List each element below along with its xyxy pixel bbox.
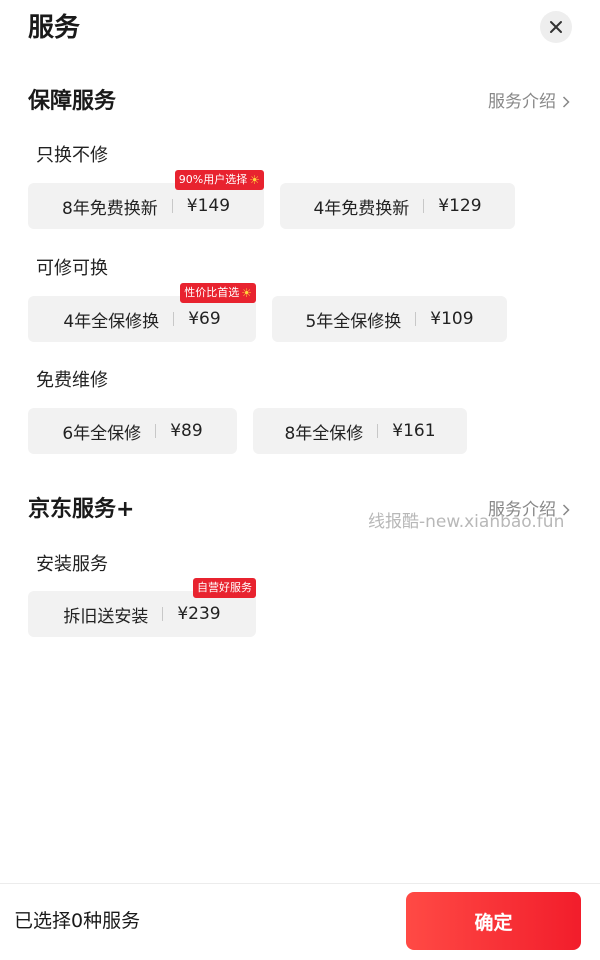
service-option-4yr-replace[interactable]: 4年免费换新 ¥129 [280, 183, 515, 229]
close-button[interactable] [540, 11, 572, 43]
page-title: 服务 [28, 13, 81, 43]
group-label-replace-only: 只换不修 [36, 145, 108, 166]
option-name: 拆旧送安装 [63, 606, 149, 627]
option-price: ¥89 [170, 421, 203, 441]
service-option-install[interactable]: 自营好服务 拆旧送安装 ¥239 [28, 578, 256, 637]
service-option-4yr-full[interactable]: 性价比首选 ☀ 4年全保修换 ¥69 [28, 283, 256, 342]
option-price: ¥129 [438, 196, 482, 216]
sun-icon: ☀ [249, 173, 260, 187]
service-option-5yr-full[interactable]: 5年全保修换 ¥109 [272, 296, 507, 342]
watermark: 线报酷-new.xianbao.fun [368, 512, 565, 532]
divider [171, 199, 173, 213]
option-name: 5年全保修换 [305, 311, 402, 332]
divider [415, 312, 417, 326]
divider [155, 424, 157, 438]
chevron-right-icon [562, 96, 570, 108]
badge-value: 性价比首选 ☀ [180, 283, 256, 303]
option-name: 4年免费换新 [313, 198, 410, 219]
selected-count-text: 已选择0种服务 [14, 910, 141, 932]
divider [377, 424, 379, 438]
service-intro-label: 服务介绍 [488, 92, 556, 112]
badge-label: 自营好服务 [197, 581, 252, 594]
service-intro-link[interactable]: 服务介绍 [488, 89, 570, 115]
close-icon [550, 21, 562, 33]
confirm-button[interactable]: 确定 [406, 892, 581, 950]
group-label-free-repair: 免费维修 [36, 370, 108, 391]
option-name: 6年全保修 [62, 423, 142, 444]
option-name: 8年全保修 [284, 423, 364, 444]
option-price: ¥109 [430, 309, 474, 329]
group-label-repair-or-replace: 可修可换 [36, 258, 108, 279]
service-option-6yr-warranty[interactable]: 6年全保修 ¥89 [28, 408, 237, 454]
service-option-8yr-warranty[interactable]: 8年全保修 ¥161 [253, 408, 467, 454]
footer-divider [0, 883, 600, 884]
option-price: ¥69 [188, 309, 221, 329]
divider [423, 199, 425, 213]
option-name: 8年免费换新 [61, 198, 158, 219]
group-label-installation: 安装服务 [36, 554, 108, 575]
option-price: ¥239 [177, 604, 221, 624]
badge-label: 性价比首选 [184, 286, 240, 299]
option-name: 4年全保修换 [63, 311, 160, 332]
option-price: ¥149 [186, 196, 231, 216]
badge-popular: 90%用户选择 ☀ [174, 170, 264, 190]
divider [162, 607, 164, 621]
section-title-jd-plus: 京东服务+ [28, 497, 135, 522]
badge-self-operated: 自营好服务 [193, 578, 256, 598]
option-price: ¥161 [392, 421, 436, 441]
sun-icon: ☀ [241, 286, 252, 300]
service-option-8yr-replace[interactable]: 90%用户选择 ☀ 8年免费换新 ¥149 [28, 170, 264, 229]
badge-label: 90%用户选择 [178, 173, 248, 186]
section-title-protection: 保障服务 [28, 89, 117, 114]
divider [173, 312, 175, 326]
